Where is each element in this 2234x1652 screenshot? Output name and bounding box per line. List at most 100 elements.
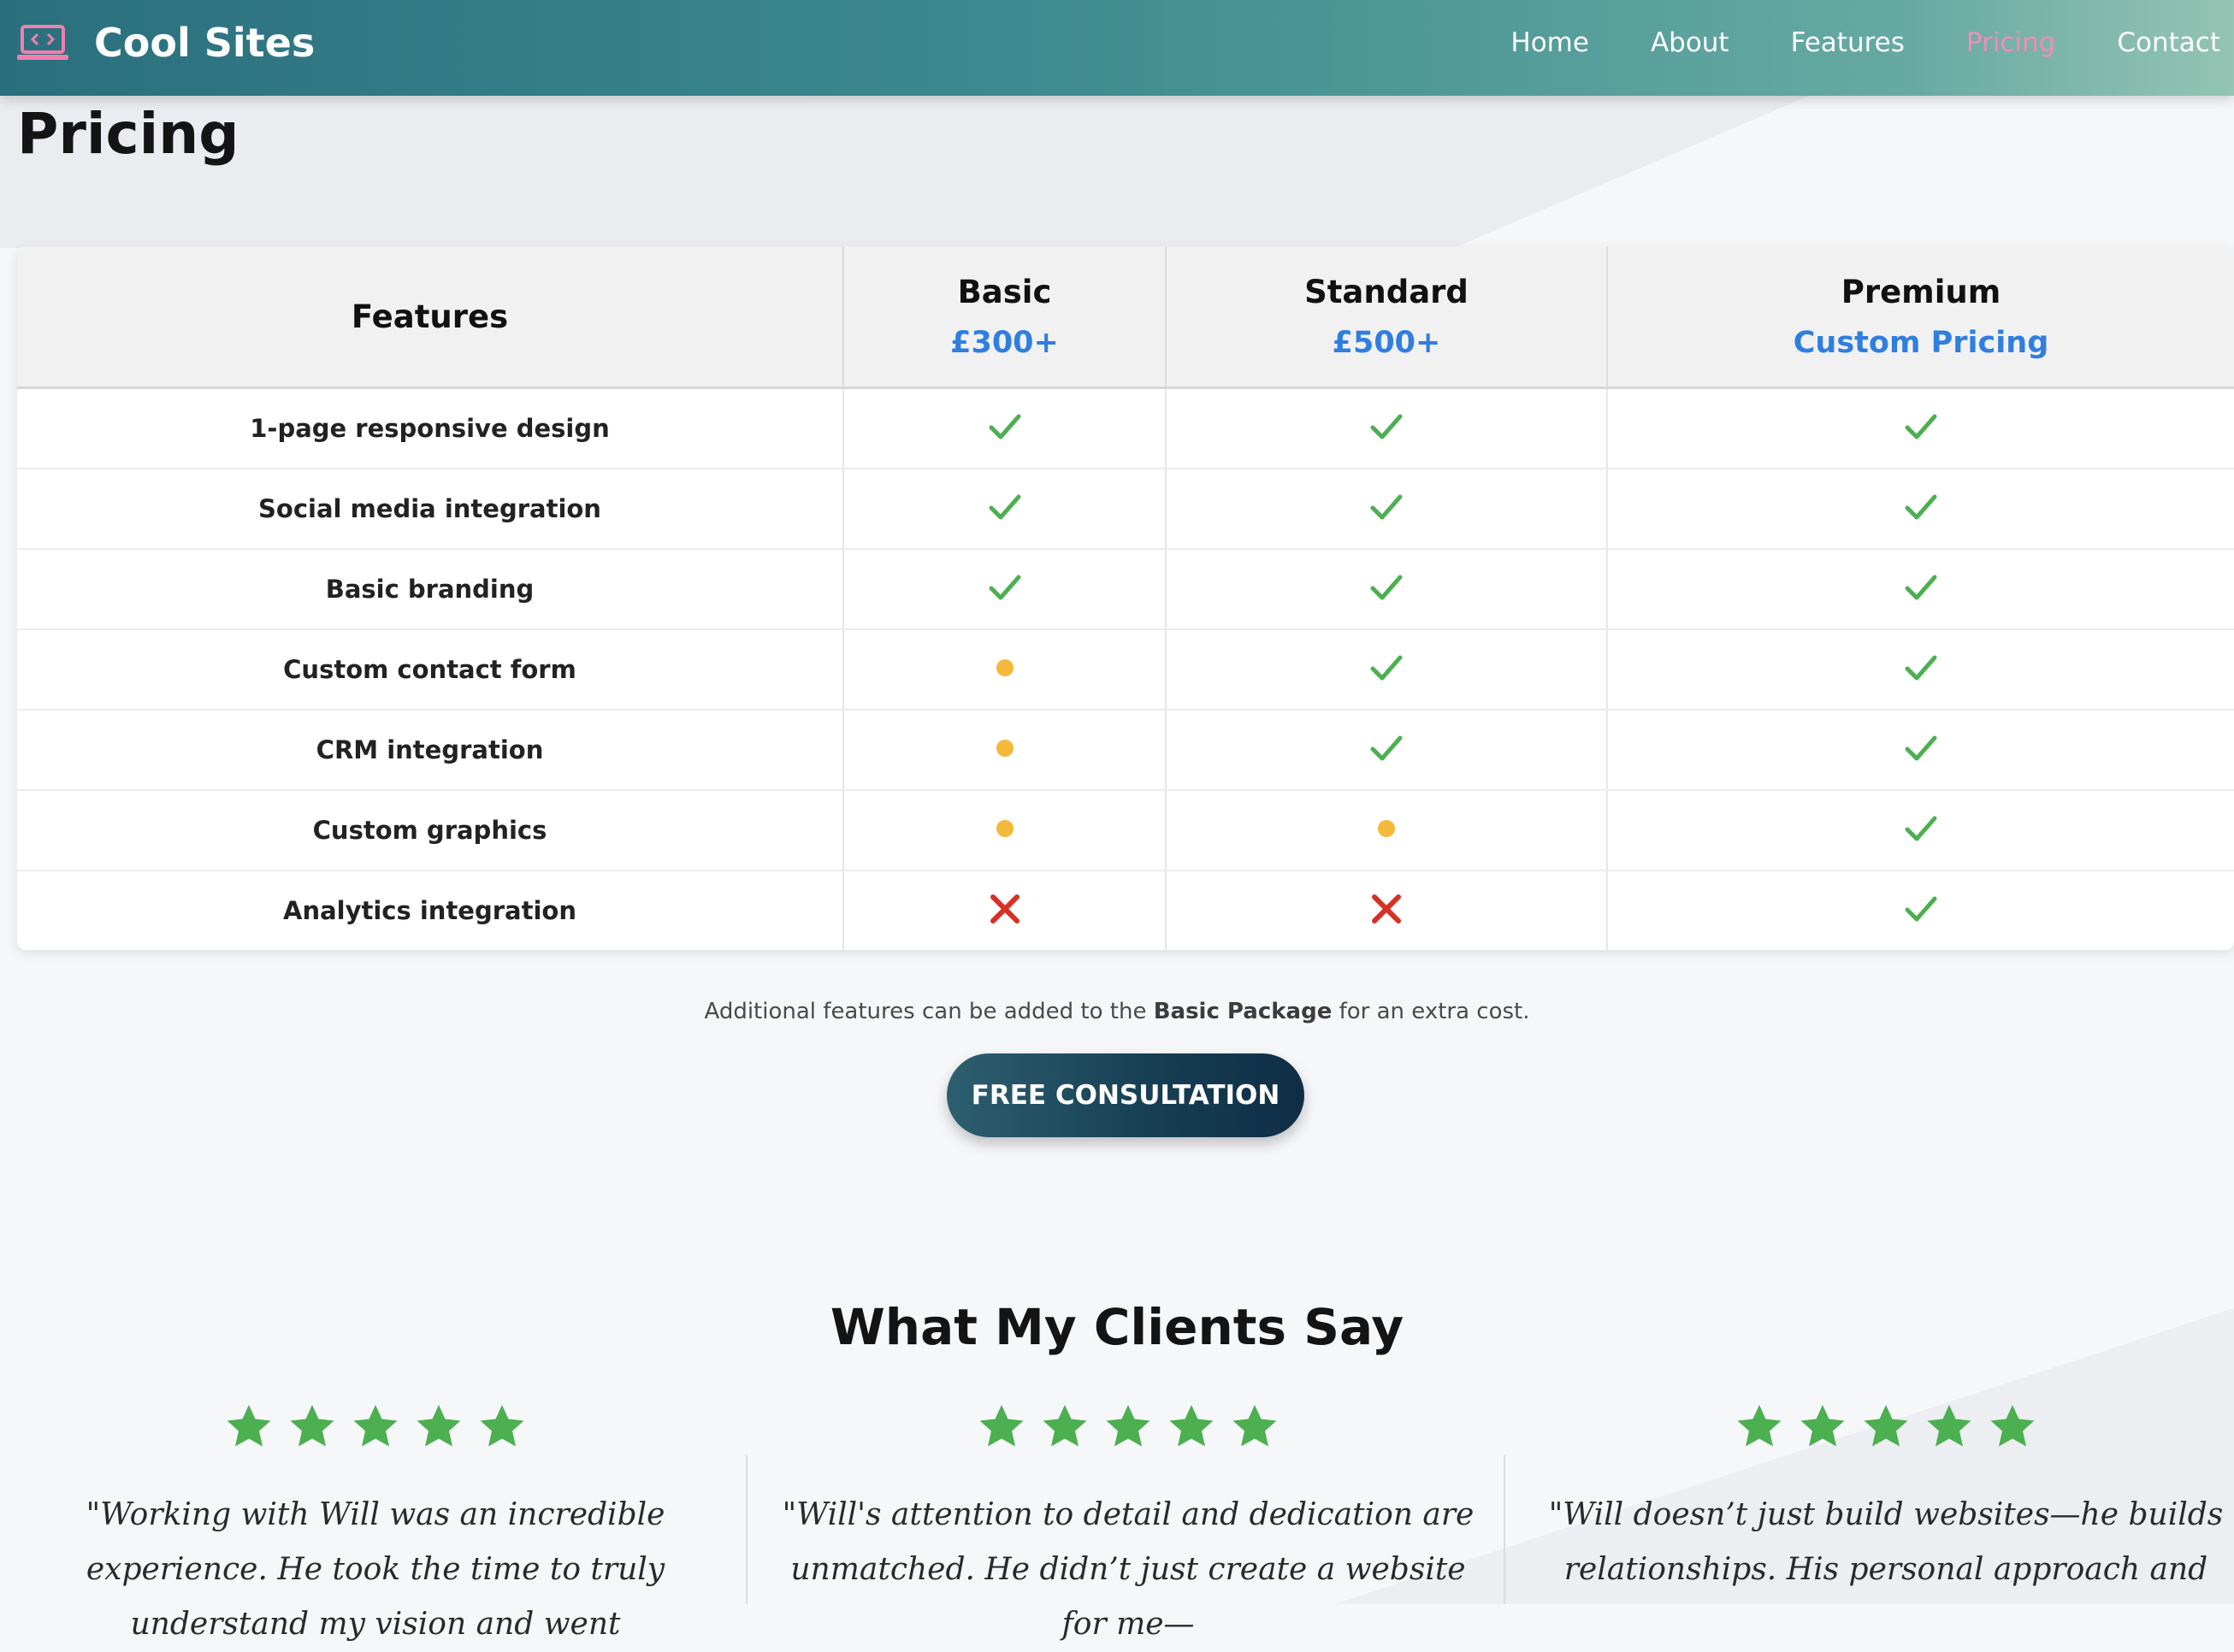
check-icon	[1368, 408, 1405, 450]
plan-cell	[843, 710, 1167, 791]
star-rating	[17, 1402, 734, 1452]
star-icon	[1043, 1405, 1087, 1447]
check-icon	[1368, 649, 1405, 691]
star-icon	[480, 1405, 524, 1447]
star-icon	[353, 1405, 398, 1447]
nav-features[interactable]: Features	[1791, 27, 1905, 58]
testimonial-quote: "Will's attention to detail and dedicati…	[782, 1497, 1475, 1642]
check-icon	[986, 488, 1024, 530]
testimonial-card: "Working with Will was an incredible exp…	[17, 1402, 734, 1642]
star-icon	[979, 1405, 1024, 1447]
plan-cell	[843, 387, 1167, 469]
plan-cell	[1166, 387, 1608, 469]
plan-cell	[843, 790, 1167, 871]
plan-cell	[843, 629, 1167, 711]
feature-label: Basic branding	[325, 575, 535, 604]
star-icon	[1927, 1405, 1971, 1447]
additional-features-note: Additional features can be added to the …	[0, 999, 2234, 1024]
pricing-table-body: 1-page responsive design Social media int…	[17, 387, 2234, 950]
check-icon	[986, 569, 1024, 611]
plan-name: Premium	[1841, 273, 2001, 310]
plan-price: Custom Pricing	[1793, 325, 2049, 360]
feature-label: CRM integration	[316, 735, 544, 764]
plan-cell	[1607, 387, 2234, 469]
note-emphasis: Basic Package	[1153, 999, 1333, 1024]
plan-cell	[1607, 710, 2234, 791]
features-header-label: Features	[351, 298, 509, 335]
testimonial-card: "Will doesn’t just build websites—he bui…	[1528, 1402, 2234, 1604]
pricing-row: Analytics integration	[17, 870, 2234, 950]
dot-icon	[996, 819, 1014, 842]
main-nav: Home About Features Pricing Contact	[1510, 0, 2234, 86]
plan-cell	[843, 469, 1167, 550]
feature-cell: Custom graphics	[17, 790, 844, 871]
plan-cell	[1607, 629, 2234, 711]
testimonial-divider	[1504, 1455, 1505, 1604]
nav-pricing[interactable]: Pricing	[1966, 27, 2056, 58]
plan-name: Basic	[957, 273, 1052, 310]
feature-cell: Basic branding	[17, 549, 844, 630]
check-icon	[1902, 488, 1940, 530]
feature-cell: 1-page responsive design	[17, 387, 844, 469]
feature-label: Custom contact form	[283, 655, 576, 684]
pricing-row: Basic branding	[17, 549, 2234, 630]
plan-cell	[1166, 710, 1608, 791]
check-icon	[1902, 569, 1940, 611]
dot-icon	[996, 658, 1014, 681]
check-icon	[1902, 729, 1940, 771]
dot-icon	[996, 739, 1014, 762]
star-icon	[1232, 1405, 1277, 1447]
plan-cell	[1166, 790, 1608, 871]
feature-cell: Social media integration	[17, 469, 844, 550]
testimonials-section: "Working with Will was an incredible exp…	[0, 1402, 2234, 1642]
star-icon	[227, 1405, 271, 1447]
check-icon	[1902, 890, 1940, 932]
testimonial-divider	[746, 1455, 748, 1604]
pricing-row: 1-page responsive design	[17, 387, 2234, 469]
check-icon	[1368, 569, 1405, 611]
pricing-row: Custom contact form	[17, 629, 2234, 711]
nav-contact[interactable]: Contact	[2117, 27, 2220, 58]
features-column-header: Features	[17, 246, 844, 389]
feature-label: Custom graphics	[312, 816, 547, 845]
pricing-row: Custom graphics	[17, 790, 2234, 871]
check-icon	[986, 408, 1024, 450]
plan-cell	[1607, 549, 2234, 630]
feature-cell: CRM integration	[17, 710, 844, 791]
star-icon	[290, 1405, 334, 1447]
plan-header-basic: Basic £300+	[843, 246, 1167, 389]
brand[interactable]: Cool Sites	[17, 0, 315, 86]
plan-price: £300+	[950, 325, 1059, 360]
dot-icon	[1377, 819, 1396, 842]
testimonial-quote: "Working with Will was an incredible exp…	[86, 1497, 665, 1642]
site-header: Cool Sites Home About Features Pricing C…	[0, 0, 2234, 96]
testimonials-title: What My Clients Say	[830, 1298, 1404, 1356]
pricing-row: Social media integration	[17, 469, 2234, 550]
feature-label: Social media integration	[258, 494, 601, 523]
pricing-header-row: Features Basic £300+ Standard £500+ Prem…	[17, 246, 2234, 389]
feature-cell: Custom contact form	[17, 629, 844, 711]
star-icon	[1990, 1405, 2035, 1447]
nav-about[interactable]: About	[1651, 27, 1729, 58]
plan-cell	[1166, 870, 1608, 950]
star-icon	[417, 1405, 461, 1447]
free-consultation-button[interactable]: FREE CONSULTATION	[947, 1053, 1304, 1137]
plan-header-standard: Standard £500+	[1166, 246, 1608, 389]
cross-icon	[1369, 892, 1404, 930]
plan-cell	[843, 870, 1167, 950]
laptop-code-icon	[17, 25, 68, 60]
plan-cell	[1166, 469, 1608, 550]
nav-home[interactable]: Home	[1510, 27, 1589, 58]
plan-cell	[1607, 469, 2234, 550]
feature-cell: Analytics integration	[17, 870, 844, 950]
check-icon	[1368, 729, 1405, 771]
plan-price: £500+	[1332, 325, 1441, 360]
feature-label: Analytics integration	[283, 896, 576, 925]
check-icon	[1902, 810, 1940, 852]
plan-name: Standard	[1304, 273, 1469, 310]
brand-name: Cool Sites	[94, 20, 316, 66]
pricing-table: Features Basic £300+ Standard £500+ Prem…	[17, 246, 2234, 950]
star-rating	[1528, 1402, 2234, 1452]
pricing-row: CRM integration	[17, 710, 2234, 791]
check-icon	[1902, 649, 1940, 691]
